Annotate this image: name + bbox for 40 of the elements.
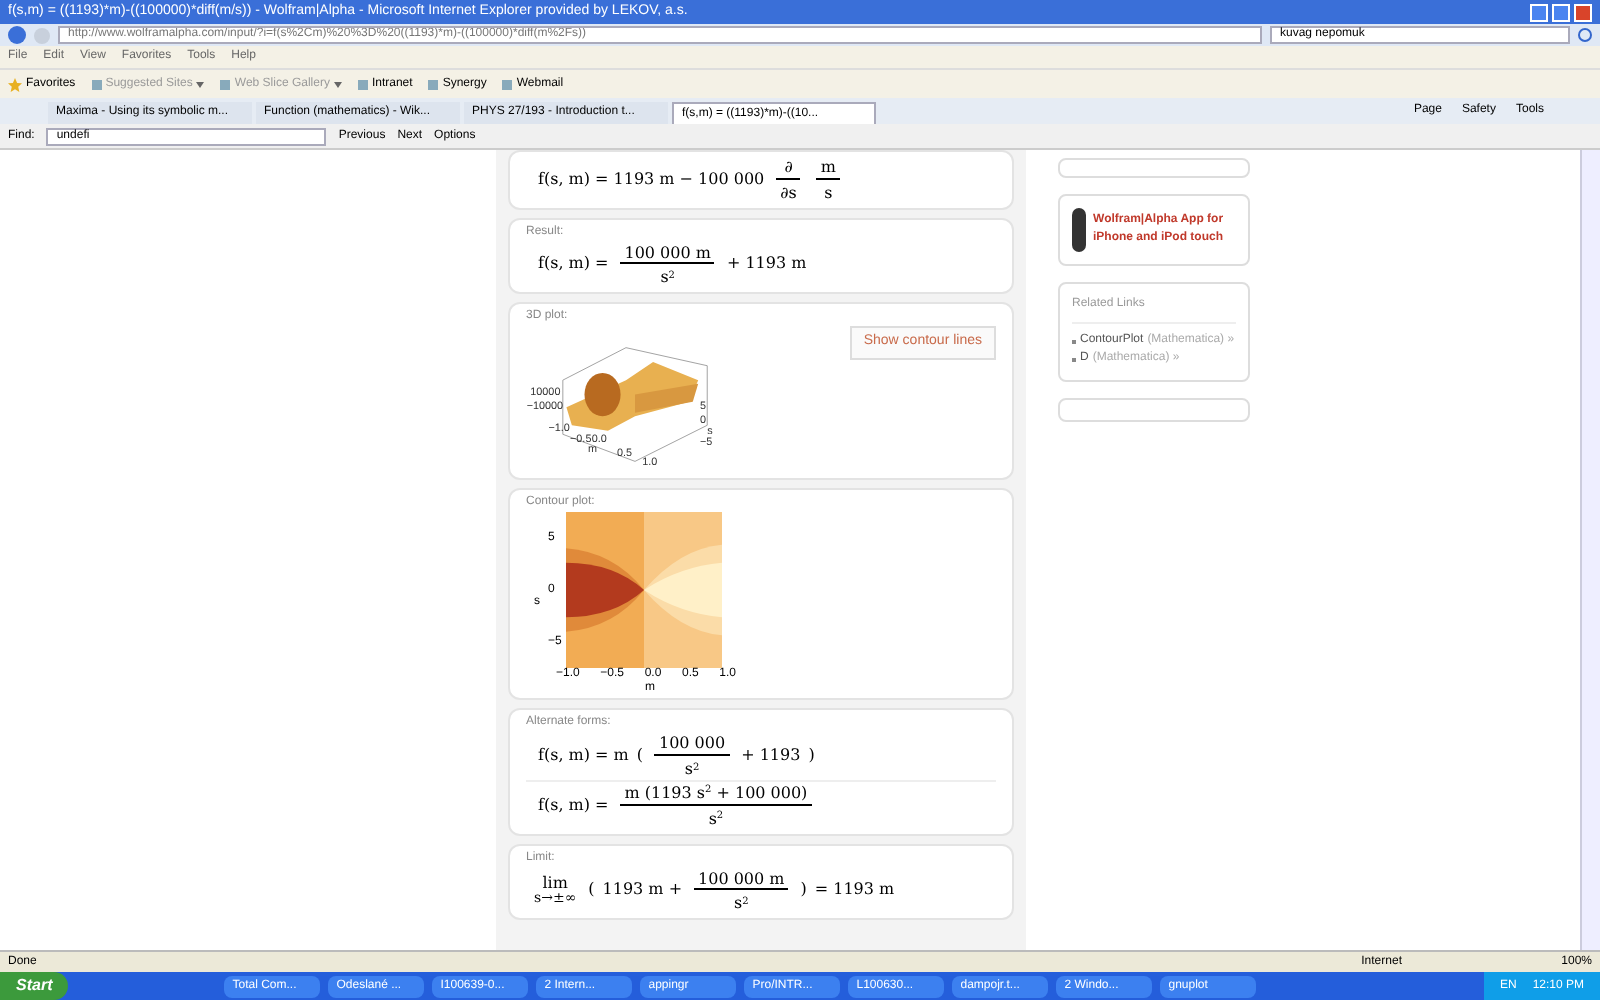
formula-text: f(s, m) = 1193 m − 100 000	[538, 167, 765, 192]
caret-icon	[333, 81, 342, 87]
limit-operator: lim	[542, 875, 568, 892]
fraction-denominator: s$^{2}$	[682, 758, 702, 780]
fraction-numerator: m (1193 s$^{2}$ + 100 000)	[622, 781, 810, 804]
maximize-icon[interactable]	[1552, 3, 1570, 21]
formula-text: f(s, m) =	[538, 793, 609, 818]
phone-icon	[1072, 208, 1086, 252]
page-icon	[91, 79, 102, 89]
fraction-denominator: s$^{2}$	[658, 266, 677, 289]
fraction-numerator: ∂	[782, 156, 795, 178]
formula-text: + 1193	[741, 744, 801, 769]
fraction-numerator: m	[818, 156, 838, 178]
page-icon	[502, 79, 513, 89]
caret-icon	[196, 81, 205, 87]
formula-text: )	[800, 878, 807, 903]
formula-text: = 1193 m	[814, 878, 895, 903]
fraction-numerator: 100 000 m	[696, 867, 787, 889]
page-icon	[428, 79, 439, 89]
fraction-numerator: 100 000 m	[622, 241, 713, 263]
formula-text: (	[588, 878, 595, 903]
back-icon[interactable]	[8, 26, 26, 44]
formula-text: 1193 m +	[602, 878, 683, 903]
formula-text: )	[808, 744, 815, 769]
fraction-numerator: 100 000	[656, 732, 728, 755]
fraction-denominator: ∂s	[778, 181, 799, 204]
fraction-denominator: s$^{2}$	[731, 892, 751, 915]
start-button[interactable]: Start	[0, 972, 69, 1000]
fraction-denominator: s	[822, 181, 835, 204]
formula-text: f(s, m) = m	[538, 744, 629, 769]
page-icon	[220, 79, 231, 89]
formula-text: (	[636, 744, 643, 769]
search-icon[interactable]	[1578, 28, 1592, 42]
close-icon[interactable]	[1574, 3, 1592, 21]
formula-text: + 1193 m	[726, 252, 807, 277]
page-icon	[357, 79, 368, 89]
fraction-denominator: s$^{2}$	[706, 807, 726, 830]
formula-text: f(s, m) =	[538, 252, 609, 277]
minimize-icon[interactable]	[1530, 3, 1548, 21]
star-icon	[8, 77, 22, 91]
